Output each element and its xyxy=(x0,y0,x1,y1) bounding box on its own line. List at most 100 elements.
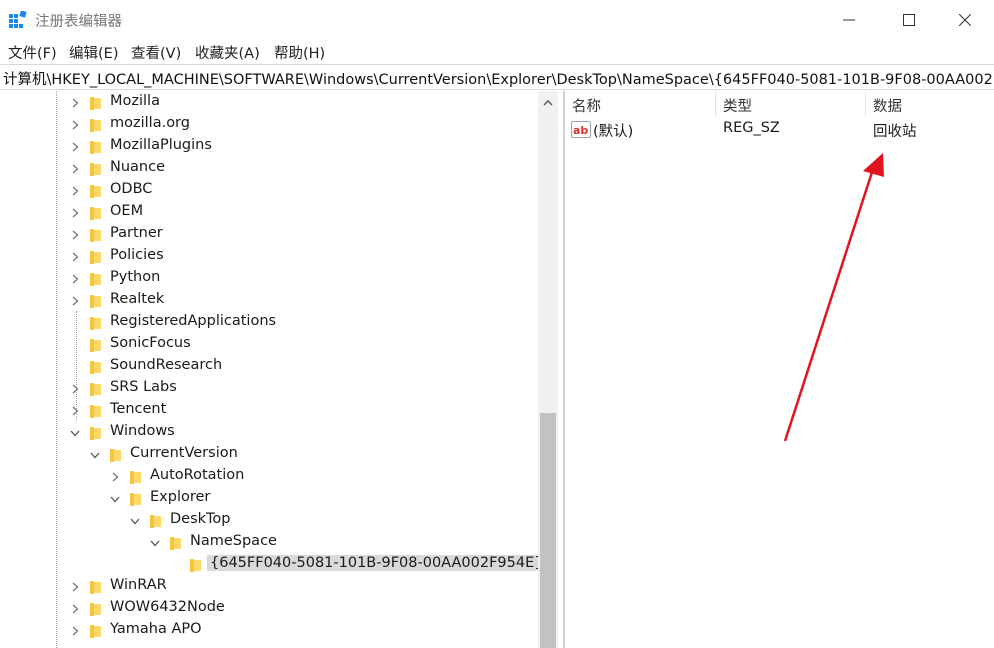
scroll-up-button[interactable] xyxy=(540,93,556,111)
arrow-head xyxy=(863,153,884,177)
tree-node[interactable]: CurrentVersion xyxy=(0,444,538,466)
tree-node[interactable]: MozillaPlugins xyxy=(0,136,538,158)
tree-node[interactable]: Realtek xyxy=(0,290,538,312)
tree-node-label[interactable]: Explorer xyxy=(150,489,210,505)
chevron-down-icon[interactable] xyxy=(148,534,162,552)
folder-icon xyxy=(88,118,103,133)
chevron-right-icon[interactable] xyxy=(68,270,82,288)
tree-node[interactable]: Explorer xyxy=(0,488,538,510)
tree-node[interactable]: SRS Labs xyxy=(0,378,538,400)
tree-scrollbar[interactable] xyxy=(538,91,558,648)
tree-node-label[interactable]: SoundResearch xyxy=(110,357,222,373)
tree-node-label[interactable]: Windows xyxy=(110,423,175,439)
folder-icon xyxy=(88,272,103,287)
tree-node[interactable]: RegisteredApplications xyxy=(0,312,538,334)
menu-edit[interactable]: 编辑(E) xyxy=(69,42,118,63)
tree-node-label[interactable]: OEM xyxy=(110,203,143,219)
close-icon xyxy=(959,14,971,26)
folder-icon xyxy=(88,96,103,111)
tree-node-label[interactable]: DeskTop xyxy=(170,511,231,527)
title-bar: 注册表编辑器 xyxy=(0,0,994,40)
chevron-down-icon[interactable] xyxy=(68,424,82,442)
tree-node-label[interactable]: RegisteredApplications xyxy=(110,313,276,329)
address-path[interactable]: 计算机\HKEY_LOCAL_MACHINE\SOFTWARE\Windows\… xyxy=(3,68,994,89)
tree-node-label[interactable]: Realtek xyxy=(110,291,164,307)
chevron-right-icon[interactable] xyxy=(68,204,82,222)
chevron-right-icon[interactable] xyxy=(68,138,82,156)
address-bar[interactable]: 计算机\HKEY_LOCAL_MACHINE\SOFTWARE\Windows\… xyxy=(0,64,994,90)
menu-file[interactable]: 文件(F) xyxy=(8,42,57,63)
folder-icon xyxy=(88,602,103,617)
regedit-icon xyxy=(9,11,27,28)
maximize-button[interactable] xyxy=(880,0,938,40)
tree-node-label[interactable]: mozilla.org xyxy=(110,115,190,131)
close-button[interactable] xyxy=(936,0,994,40)
chevron-right-icon[interactable] xyxy=(68,578,82,596)
tree-node-label[interactable]: CurrentVersion xyxy=(130,445,238,461)
tree-node-label[interactable]: Tencent xyxy=(110,401,166,417)
tree-node[interactable]: ODBC xyxy=(0,180,538,202)
chevron-right-icon[interactable] xyxy=(68,292,82,310)
tree-node[interactable]: WinRAR xyxy=(0,576,538,598)
menu-favorites[interactable]: 收藏夹(A) xyxy=(195,42,260,63)
tree-node[interactable]: Policies xyxy=(0,246,538,268)
tree-node-label[interactable]: NameSpace xyxy=(190,533,277,549)
tree-node[interactable]: Nuance xyxy=(0,158,538,180)
tree-node[interactable]: WOW6432Node xyxy=(0,598,538,620)
tree-node[interactable]: AutoRotation xyxy=(0,466,538,488)
chevron-down-icon[interactable] xyxy=(88,446,102,464)
chevron-right-icon[interactable] xyxy=(68,116,82,134)
chevron-down-icon[interactable] xyxy=(108,490,122,508)
tree-node-label[interactable]: Mozilla xyxy=(110,93,160,109)
tree-node[interactable]: Tencent xyxy=(0,400,538,422)
menu-help[interactable]: 帮助(H) xyxy=(274,42,325,63)
tree-node-label[interactable]: AutoRotation xyxy=(150,467,244,483)
tree-node[interactable]: OEM xyxy=(0,202,538,224)
annotation-arrow xyxy=(783,153,884,442)
chevron-right-icon[interactable] xyxy=(68,182,82,200)
tree-node[interactable]: SoundResearch xyxy=(0,356,538,378)
chevron-right-icon[interactable] xyxy=(68,380,82,398)
tree-node-label[interactable]: Partner xyxy=(110,225,163,241)
folder-icon xyxy=(128,470,143,485)
tree-node[interactable]: Mozilla xyxy=(0,92,538,114)
folder-icon xyxy=(88,162,103,177)
chevron-right-icon[interactable] xyxy=(68,600,82,618)
folder-icon xyxy=(88,580,103,595)
tree-node-label[interactable]: WinRAR xyxy=(110,577,167,593)
menu-view[interactable]: 查看(V) xyxy=(131,42,181,63)
scroll-thumb[interactable] xyxy=(540,413,556,648)
minimize-button[interactable] xyxy=(820,0,878,40)
tree-node-label[interactable]: Python xyxy=(110,269,160,285)
chevron-right-icon[interactable] xyxy=(68,402,82,420)
tree-node-label[interactable]: Policies xyxy=(110,247,164,263)
chevron-right-icon[interactable] xyxy=(68,160,82,178)
chevron-right-icon[interactable] xyxy=(68,226,82,244)
tree-node[interactable]: mozilla.org xyxy=(0,114,538,136)
chevron-right-icon[interactable] xyxy=(68,94,82,112)
chevron-down-icon[interactable] xyxy=(128,512,142,530)
tree-node[interactable]: SonicFocus xyxy=(0,334,538,356)
tree-node-label[interactable]: SRS Labs xyxy=(110,379,177,395)
tree-node-label[interactable]: Nuance xyxy=(110,159,165,175)
tree-node-label[interactable]: SonicFocus xyxy=(110,335,191,351)
folder-icon xyxy=(88,382,103,397)
tree-node-label[interactable]: ODBC xyxy=(110,181,152,197)
tree-node[interactable]: Partner xyxy=(0,224,538,246)
tree-node-label[interactable]: WOW6432Node xyxy=(110,599,225,615)
chevron-right-icon[interactable] xyxy=(108,468,122,486)
tree-node-label[interactable]: Yamaha APO xyxy=(110,621,202,637)
chevron-right-icon[interactable] xyxy=(68,622,82,640)
chevron-up-icon xyxy=(543,99,553,105)
folder-icon xyxy=(88,184,103,199)
key-tree: Mozilla mozilla.org MozillaPlugins Nuance OD… xyxy=(0,91,538,648)
tree-node[interactable]: NameSpace xyxy=(0,532,538,554)
tree-node-label[interactable]: {645FF040-5081-101B-9F08-00AA002F954E} xyxy=(207,555,538,571)
tree-node[interactable]: Yamaha APO xyxy=(0,620,538,642)
tree-node[interactable]: {645FF040-5081-101B-9F08-00AA002F954E} xyxy=(0,554,538,576)
tree-node[interactable]: Python xyxy=(0,268,538,290)
tree-node-label[interactable]: MozillaPlugins xyxy=(110,137,212,153)
tree-node[interactable]: DeskTop xyxy=(0,510,538,532)
tree-node[interactable]: Windows xyxy=(0,422,538,444)
chevron-right-icon[interactable] xyxy=(68,248,82,266)
